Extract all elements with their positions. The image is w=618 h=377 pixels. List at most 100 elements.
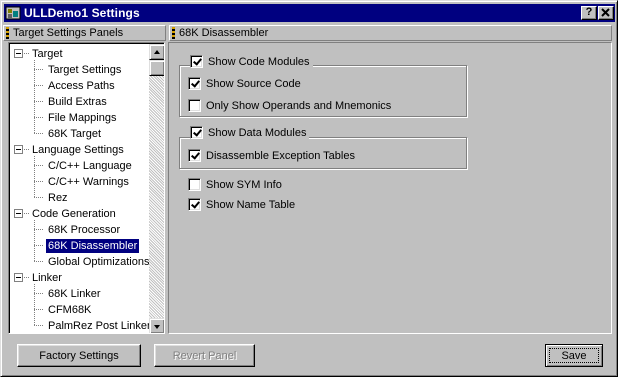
collapse-icon[interactable] — [14, 49, 23, 58]
checkbox-box[interactable] — [188, 198, 201, 211]
checkbox-box[interactable] — [188, 99, 201, 112]
collapse-icon[interactable] — [14, 273, 23, 282]
checkbox-label: Disassemble Exception Tables — [206, 149, 355, 162]
show-code-modules-checkbox[interactable]: Show Code Modules — [190, 54, 313, 69]
tree-item-label: Target Settings — [48, 64, 122, 76]
tree-connector — [34, 261, 44, 262]
collapse-icon[interactable] — [14, 209, 23, 218]
tree-item[interactable]: 68K Disassembler — [46, 238, 140, 254]
tree-item-label: Linker — [32, 272, 62, 284]
tree-category[interactable]: Code Generation — [30, 206, 118, 222]
disassemble-exception-tables-checkbox[interactable]: Disassemble Exception Tables — [188, 148, 355, 163]
tree-connector — [34, 325, 44, 326]
checkbox-label: Show Data Modules — [208, 126, 307, 139]
tree-connector — [34, 284, 35, 326]
settings-panel-title: 68K Disassembler — [179, 27, 269, 39]
close-button[interactable] — [598, 6, 614, 20]
panel-list-header: Target Settings Panels — [3, 25, 166, 41]
tree-connector — [34, 156, 35, 198]
tree-item[interactable]: C/C++ Language — [46, 158, 134, 174]
tree-connector — [24, 213, 29, 214]
tree-item[interactable]: CFM68K — [46, 302, 93, 318]
tree-item[interactable]: C/C++ Warnings — [46, 174, 131, 190]
collapse-icon[interactable] — [14, 145, 23, 154]
tree-item[interactable]: Rez — [46, 190, 70, 206]
show-source-code-checkbox[interactable]: Show Source Code — [188, 76, 301, 91]
help-button[interactable]: ? — [581, 6, 597, 20]
tree-connector — [24, 149, 29, 150]
checkbox-label: Show SYM Info — [206, 178, 282, 191]
grip-icon — [172, 27, 175, 39]
focus-ring — [549, 348, 599, 363]
checkbox-box[interactable] — [190, 55, 203, 68]
tree-item-label: 68K Processor — [48, 224, 121, 236]
checkbox-label: Show Source Code — [206, 77, 301, 90]
tree-item[interactable]: 68K Processor — [46, 222, 122, 238]
tree-item[interactable]: File Mappings — [46, 110, 118, 126]
tree-item[interactable]: Global Optimizations — [46, 254, 152, 270]
checkbox-box[interactable] — [188, 77, 201, 90]
tree-item-label: C/C++ Language — [48, 160, 132, 172]
app-icon — [5, 5, 21, 21]
tree-connector — [34, 69, 44, 70]
tree-item[interactable]: PalmRez Post Linker — [46, 318, 153, 333]
tree-item-label: Build Extras — [48, 96, 107, 108]
factory-settings-button[interactable]: Factory Settings — [17, 344, 141, 367]
tree-item-label: File Mappings — [48, 112, 117, 124]
checkbox-box[interactable] — [188, 178, 201, 191]
tree-category[interactable]: Language Settings — [30, 142, 126, 158]
tree-connector — [34, 117, 44, 118]
settings-panel-header: 68K Disassembler — [169, 25, 612, 41]
save-button[interactable]: Save — [545, 344, 603, 367]
tree-connector — [34, 181, 44, 182]
tree-item-label: C/C++ Warnings — [48, 176, 129, 188]
window-title: ULLDemo1 Settings — [24, 6, 140, 20]
tree-item-label: Language Settings — [32, 144, 124, 156]
close-icon — [601, 8, 610, 17]
tree-connector — [34, 133, 44, 134]
arrow-down-icon — [154, 325, 160, 329]
tree-item-label: 68K Linker — [48, 288, 101, 300]
tree-connector — [34, 60, 35, 134]
tree-category[interactable]: Linker — [30, 270, 64, 286]
tree-connector — [34, 229, 44, 230]
tree-connector — [34, 85, 44, 86]
tree-connector — [34, 293, 44, 294]
checkbox-box[interactable] — [188, 149, 201, 162]
tree-item-label: Code Generation — [32, 208, 116, 220]
tree-item[interactable]: Target Settings — [46, 62, 123, 78]
tree-item[interactable]: Build Extras — [46, 94, 109, 110]
scroll-down-button[interactable] — [149, 318, 164, 333]
panel-list-header-label: Target Settings Panels — [13, 27, 124, 39]
scroll-thumb[interactable] — [149, 60, 164, 76]
only-operands-checkbox[interactable]: Only Show Operands and Mnemonics — [188, 98, 391, 113]
tree-connector — [34, 220, 35, 262]
tree-item-label: 68K Target — [48, 128, 102, 140]
tree-connector — [34, 245, 44, 246]
tree-scrollbar[interactable] — [149, 44, 164, 333]
tree-connector — [24, 277, 29, 278]
tree-item-label: Global Optimizations — [48, 256, 150, 268]
grip-icon — [6, 27, 9, 39]
tree-connector — [34, 197, 44, 198]
settings-panel: Show Code Modules Show Source Code Only … — [168, 42, 612, 334]
tree-item[interactable]: Access Paths — [46, 78, 117, 94]
tree-item[interactable]: 68K Target — [46, 126, 103, 142]
checkbox-label: Show Name Table — [206, 198, 296, 211]
tree-item[interactable]: 68K Linker — [46, 286, 103, 302]
scroll-up-button[interactable] — [149, 44, 164, 60]
checkbox-label: Only Show Operands and Mnemonics — [206, 99, 392, 112]
tree-connector — [24, 53, 29, 54]
tree-category[interactable]: Target — [30, 46, 65, 62]
title-bar[interactable]: ULLDemo1 Settings ? — [4, 4, 615, 22]
show-data-modules-checkbox[interactable]: Show Data Modules — [190, 125, 310, 140]
show-name-table-checkbox[interactable]: Show Name Table — [188, 197, 295, 212]
revert-panel-button[interactable]: Revert Panel — [154, 344, 255, 367]
tree-connector — [34, 101, 44, 102]
show-sym-info-checkbox[interactable]: Show SYM Info — [188, 177, 282, 192]
panel-tree[interactable]: Target Target Settings Access Paths Build E… — [8, 42, 165, 334]
panel-tree-list[interactable]: Target Target Settings Access Paths Build E… — [9, 43, 164, 333]
tree-item-label: Target — [32, 48, 63, 60]
checkbox-label: Show Code Modules — [208, 55, 310, 68]
checkbox-box[interactable] — [190, 126, 203, 139]
